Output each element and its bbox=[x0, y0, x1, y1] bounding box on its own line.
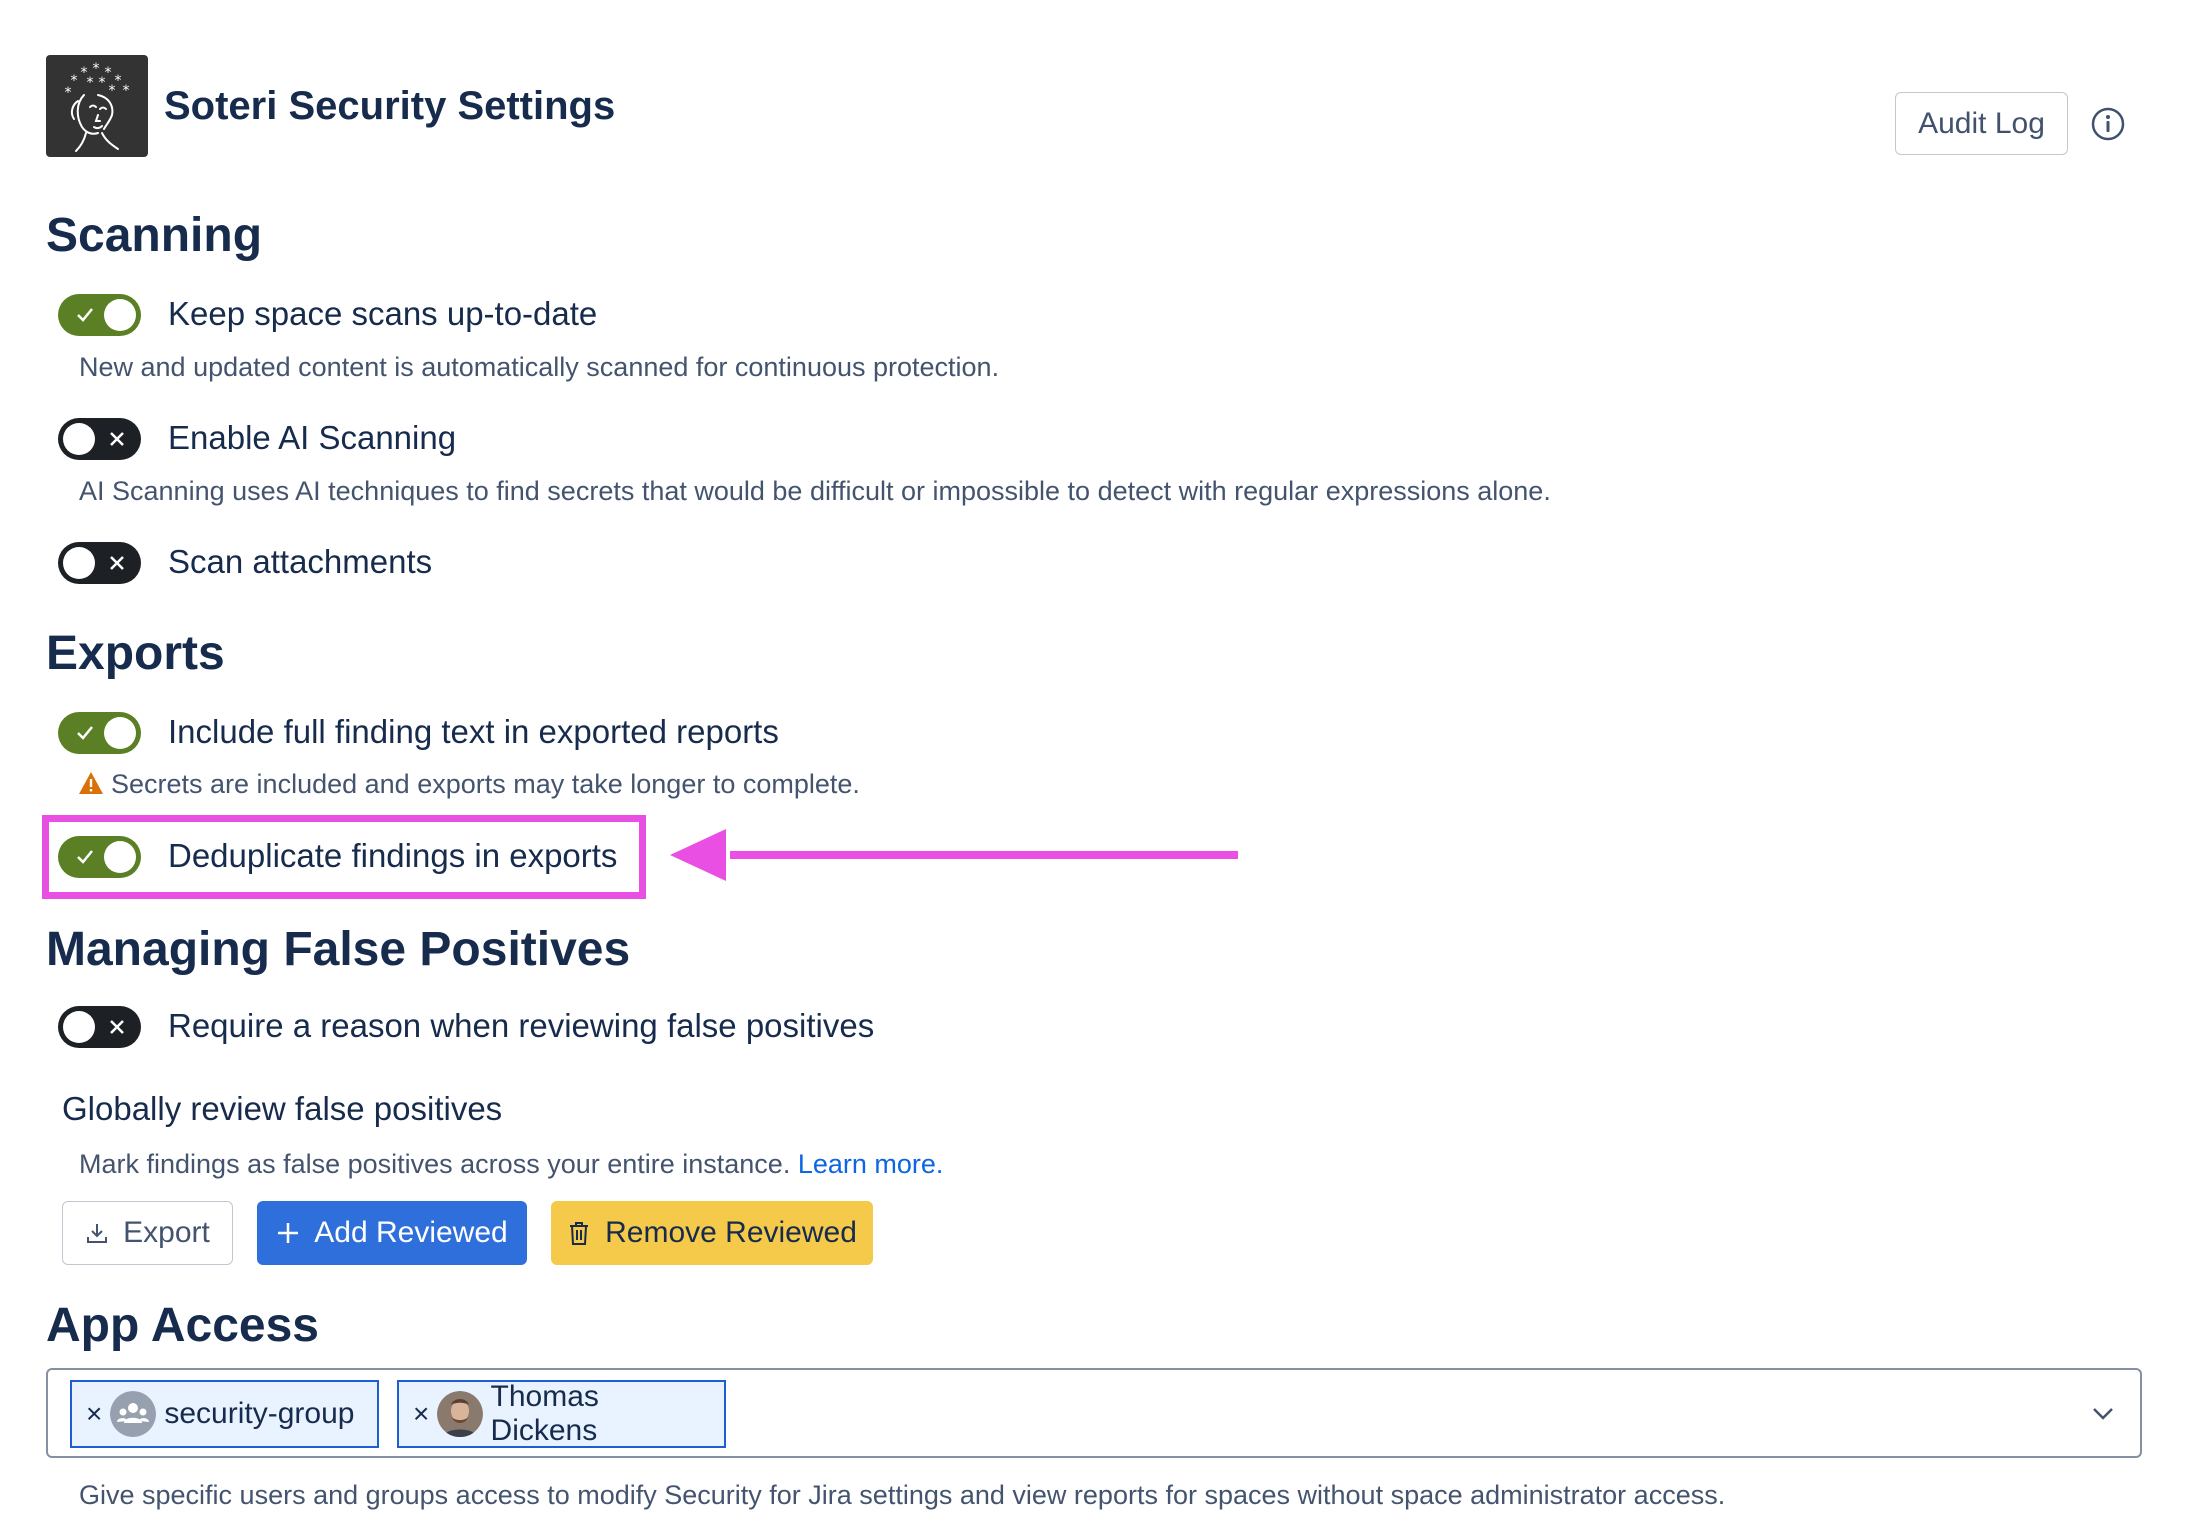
global-review-title: Globally review false positives bbox=[62, 1090, 503, 1127]
cross-icon bbox=[102, 542, 132, 584]
chip-security-group[interactable]: × security-group bbox=[70, 1380, 379, 1448]
check-icon bbox=[70, 294, 100, 336]
page-title: Soteri Security Settings bbox=[164, 84, 616, 128]
cross-icon bbox=[102, 1006, 132, 1048]
chip-label: Thomas Dickens bbox=[490, 1380, 599, 1447]
highlight-box bbox=[42, 815, 646, 899]
warning-icon bbox=[78, 770, 104, 796]
arrow-left-icon bbox=[670, 825, 1240, 885]
group-avatar-icon bbox=[110, 1391, 157, 1437]
section-heading-false-positives: Managing False Positives bbox=[46, 923, 631, 976]
svg-text:*: * bbox=[99, 75, 106, 91]
toggle-keep-scans-up-to-date[interactable] bbox=[58, 294, 141, 336]
info-icon[interactable] bbox=[2088, 104, 2128, 144]
download-icon bbox=[87, 1224, 108, 1243]
cross-icon bbox=[102, 418, 132, 460]
svg-text:*: * bbox=[105, 65, 112, 81]
remove-reviewed-label: Remove Reviewed bbox=[605, 1216, 857, 1249]
app-logo: * * * * * * * * * * bbox=[46, 55, 148, 157]
svg-text:*: * bbox=[123, 83, 130, 99]
toggle-label-scan-attachments: Scan attachments bbox=[168, 543, 433, 580]
remove-reviewed-button[interactable]: Remove Reviewed bbox=[551, 1201, 873, 1265]
svg-text:*: * bbox=[65, 85, 72, 101]
section-heading-scanning: Scanning bbox=[46, 209, 263, 262]
audit-log-button[interactable]: Audit Log bbox=[1895, 92, 2068, 155]
warning-text-exports: Secrets are included and exports may tak… bbox=[111, 769, 860, 799]
toggle-require-reason[interactable] bbox=[58, 1006, 141, 1048]
add-reviewed-button[interactable]: Add Reviewed bbox=[257, 1201, 527, 1265]
svg-text:*: * bbox=[115, 73, 122, 89]
export-button-label: Export bbox=[123, 1216, 210, 1249]
chip-label: security-group bbox=[164, 1397, 355, 1430]
chip-thomas-dickens[interactable]: × Thomas Dickens bbox=[397, 1380, 726, 1448]
learn-more-link[interactable]: Learn more. bbox=[798, 1149, 944, 1179]
soteri-logo-icon: * * * * * * * * * * bbox=[65, 61, 130, 152]
global-review-text: Mark findings as false positives across … bbox=[79, 1149, 791, 1179]
svg-text:*: * bbox=[71, 73, 78, 89]
add-reviewed-label: Add Reviewed bbox=[314, 1216, 508, 1249]
svg-text:*: * bbox=[87, 75, 94, 91]
description-ai-scanning: AI Scanning uses AI techniques to find s… bbox=[79, 476, 1551, 506]
plus-icon bbox=[278, 1223, 299, 1243]
user-avatar-icon bbox=[437, 1391, 483, 1437]
chevron-down-icon[interactable] bbox=[2090, 1400, 2116, 1426]
toggle-label-require-reason: Require a reason when reviewing false po… bbox=[168, 1007, 875, 1044]
section-heading-app-access: App Access bbox=[46, 1299, 319, 1352]
toggle-enable-ai-scanning[interactable] bbox=[58, 418, 141, 460]
check-icon bbox=[70, 712, 100, 754]
global-review-description: Mark findings as false positives across … bbox=[79, 1147, 943, 1181]
app-access-description: Give specific users and groups access to… bbox=[79, 1480, 1726, 1510]
svg-text:*: * bbox=[109, 83, 116, 99]
chip-remove-icon[interactable]: × bbox=[413, 1398, 429, 1430]
description-keep-scans: New and updated content is automatically… bbox=[79, 352, 1000, 382]
toggle-scan-attachments[interactable] bbox=[58, 542, 141, 584]
trash-icon bbox=[570, 1222, 589, 1245]
export-button[interactable]: Export bbox=[62, 1201, 233, 1265]
toggle-label-ai-scanning: Enable AI Scanning bbox=[168, 419, 457, 456]
toggle-label-keep-scans: Keep space scans up-to-date bbox=[168, 295, 598, 332]
toggle-include-full-finding-text[interactable] bbox=[58, 712, 141, 754]
toggle-label-full-finding-text: Include full finding text in exported re… bbox=[168, 713, 779, 750]
section-heading-exports: Exports bbox=[46, 627, 225, 680]
chip-remove-icon[interactable]: × bbox=[86, 1398, 102, 1430]
